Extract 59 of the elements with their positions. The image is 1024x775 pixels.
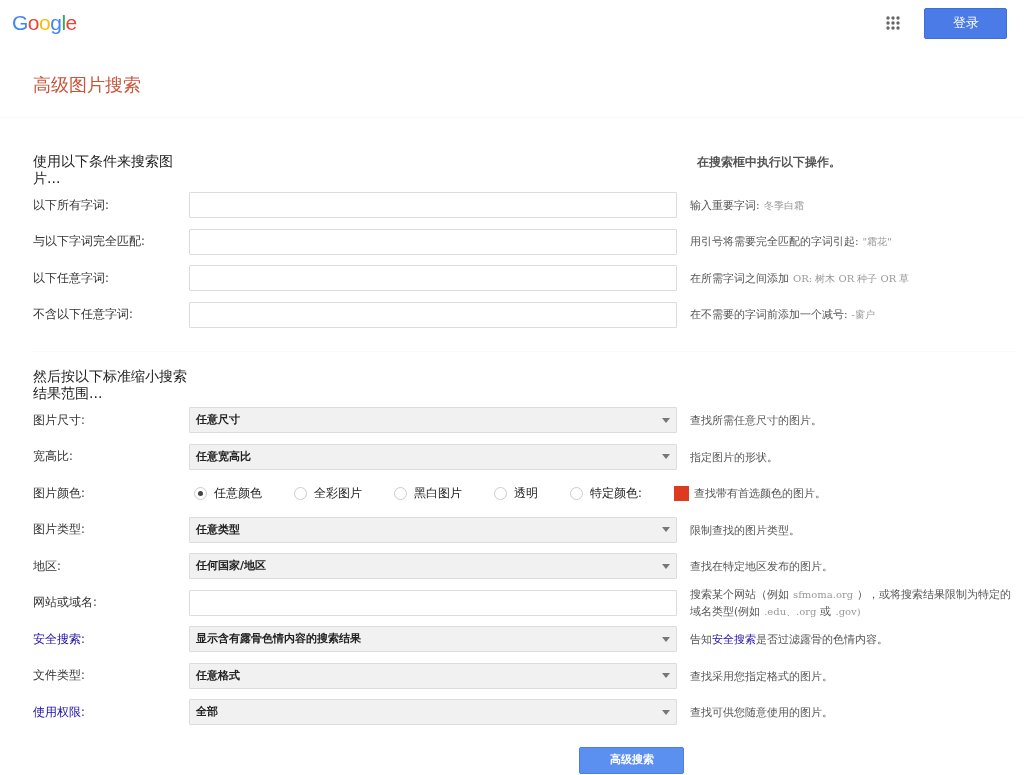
caret-icon: [662, 636, 671, 642]
text-input[interactable]: [189, 228, 678, 255]
hint-text: 查找在特定地区发布的图片。: [690, 559, 835, 575]
field-label-link[interactable]: 使用权限:: [33, 703, 190, 721]
radio-label[interactable]: 特定颜色:: [590, 484, 642, 502]
apps-grid-icon[interactable]: [886, 16, 900, 30]
dropdown[interactable]: 任何国家/地区: [189, 553, 678, 580]
dropdown[interactable]: 任意类型: [189, 516, 678, 543]
color-swatch[interactable]: [674, 485, 689, 501]
radio-label[interactable]: 黑白图片: [414, 484, 463, 502]
text-input[interactable]: [189, 192, 678, 219]
caret-icon: [662, 454, 671, 460]
hint-text: 查找可供您随意使用的图片。: [690, 705, 835, 721]
field-label: 不含以下任意字词:: [33, 306, 134, 324]
dropdown[interactable]: 显示含有露骨色情内容的搜索结果: [189, 626, 678, 653]
text-input[interactable]: [189, 301, 678, 328]
text-input[interactable]: [189, 265, 678, 292]
hint-text: 在所需字词之间添加 OR: 树木 OR 种子 OR 草: [690, 270, 911, 286]
hint-text: 限制查找的图片类型。: [690, 522, 802, 538]
dropdown[interactable]: 任意宽高比: [189, 443, 678, 470]
hint-text: 查找采用您指定格式的图片。: [690, 668, 835, 684]
dropdown[interactable]: 任意格式: [189, 662, 678, 689]
field-label: 与以下字词完全匹配:: [33, 233, 146, 251]
section-heading: 然后按以下标准缩小搜索结果范围...: [33, 368, 188, 402]
field-label: 网站或域名:: [33, 594, 98, 612]
hint-text: 查找所需任意尺寸的图片。: [690, 413, 824, 429]
caret-icon: [662, 563, 671, 569]
field-label: 以下所有字词:: [33, 196, 110, 214]
field-label: 文件类型:: [33, 667, 86, 685]
page-title: 高级图片搜索: [32, 73, 142, 97]
field-label: 宽高比:: [33, 448, 74, 466]
caret-icon: [662, 417, 671, 423]
hint-text: 告知安全搜索是否过滤露骨的色情内容。: [690, 632, 890, 648]
safe-search-link[interactable]: 安全搜索: [712, 633, 757, 646]
field-label: 图片颜色:: [33, 484, 86, 502]
field-label: 图片尺寸:: [33, 411, 86, 429]
section-heading: 使用以下条件来搜索图片...: [33, 153, 174, 187]
dropdown[interactable]: 全部: [189, 699, 678, 726]
sign-in-button[interactable]: 登录: [924, 7, 1007, 39]
hint-text: 在不需要的字词前添加一个减号: -窗户: [690, 307, 876, 323]
hint-text: 查找带有首选颜色的图片。: [694, 486, 828, 502]
field-label-link[interactable]: 安全搜索:: [33, 630, 190, 648]
google-logo[interactable]: Google: [12, 7, 77, 39]
hint-text: 输入重要字词: 冬季白霜: [690, 197, 805, 213]
hint-text: 指定图片的形状。: [690, 449, 780, 465]
caret-icon: [662, 709, 671, 715]
dropdown[interactable]: 任意尺寸: [189, 407, 678, 434]
radio-label[interactable]: 任意颜色: [214, 484, 263, 502]
caret-icon: [662, 527, 671, 533]
radio-label[interactable]: 透明: [514, 484, 539, 502]
radio-label[interactable]: 全彩图片: [314, 484, 363, 502]
text-input[interactable]: [189, 589, 678, 616]
field-label: 以下任意字词:: [33, 269, 110, 287]
field-label: 图片类型:: [33, 521, 86, 539]
caret-icon: [662, 673, 671, 679]
hint-text: 用引号将需要完全匹配的字词引起: "霜花": [690, 234, 893, 250]
field-label: 地区:: [33, 557, 62, 575]
hint-heading: 在搜索框中执行以下操作。: [697, 154, 841, 171]
hint-text: 搜索某个网站（例如 sfmoma.org ），或将搜索结果限制为特定的域名类型(例如 .edu、.org 或 .gov): [690, 586, 1013, 619]
